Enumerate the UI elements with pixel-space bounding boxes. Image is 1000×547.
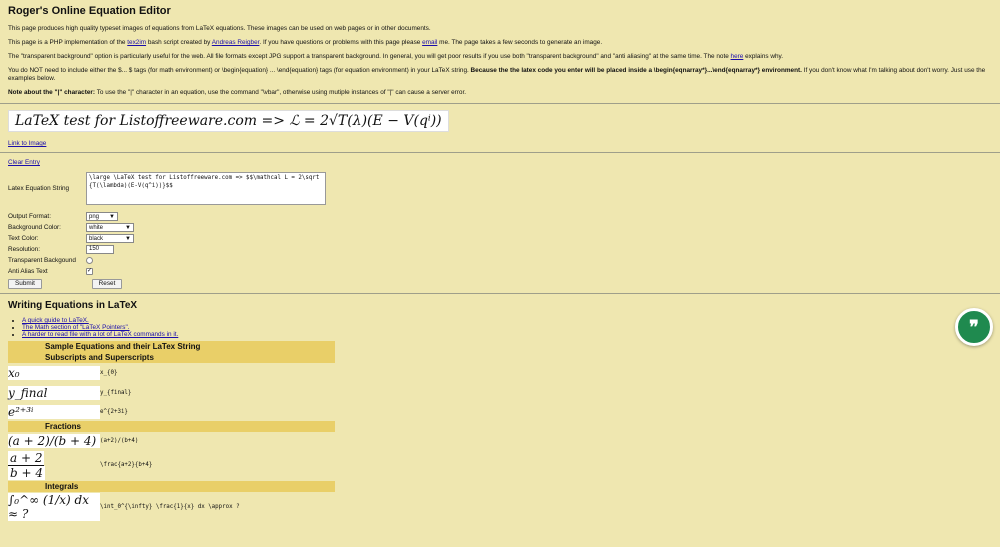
selected-value: png [89, 213, 100, 220]
list-item: A quick guide to LaTeX. [22, 317, 992, 324]
transparent-row: Transparent Backgound [8, 255, 992, 266]
text: . If you have questions or problems with… [259, 39, 423, 46]
implementation-paragraph: This page is a PHP implementation of the… [8, 39, 992, 47]
resolution-label: Resolution: [8, 246, 40, 253]
background-color-row: Background Color: white ▼ [8, 222, 992, 233]
subsection-header: Fractions [8, 421, 335, 432]
reset-button[interactable]: Reset [91, 279, 123, 289]
intro-paragraph: This page produces high quality typeset … [8, 25, 431, 32]
table-row: x₀ x_{0} [8, 363, 338, 383]
section-title: Writing Equations in LaTeX [8, 300, 138, 311]
antialias-checkbox[interactable]: ✓ [86, 268, 93, 275]
latex-label: Latex Equation String [8, 185, 70, 192]
text-color-label: Text Color: [8, 235, 39, 242]
output-format-label: Output Format: [8, 213, 51, 220]
table-row: a + 2 b + 4 \frac{a+2}{b+4} [8, 449, 338, 481]
equation-image: a + 2 b + 4 [8, 450, 100, 480]
guide-link[interactable]: A quick guide to LaTeX. [22, 317, 89, 324]
text: This page is a PHP implementation of the [8, 39, 128, 46]
fraction-numerator: a + 2 [8, 450, 45, 466]
text: To use the "|" character in an equation,… [95, 89, 467, 96]
latex-code: e^{2+3i} [100, 409, 128, 415]
equation-image: ∫₀^∞ (1/x) dx ≈ ? [8, 493, 100, 521]
page-title: Roger's Online Equation Editor [8, 5, 171, 17]
selected-value: black [89, 235, 104, 242]
antialias-row: Anti Alias Text ✓ [8, 266, 992, 277]
latex-code: x_{0} [100, 370, 118, 376]
guide-link[interactable]: A harder to read file with a lot of LaTe… [22, 331, 178, 338]
output-format-row: Output Format: png ▼ [8, 211, 992, 222]
subsection-header: Integrals [8, 481, 335, 492]
table-header: Sample Equations and their LaTex String [8, 341, 335, 352]
latex-code: \frac{a+2}{b+4} [100, 462, 153, 468]
subsection-header: Subscripts and Superscripts [8, 352, 335, 363]
latex-textarea[interactable]: \large \LaTeX test for Listoffreeware.co… [86, 172, 326, 205]
tex2im-link[interactable]: tex2im [127, 39, 146, 46]
latex-code: y_{final} [100, 390, 132, 396]
equation-image: (a + 2)/(b + 4) [8, 433, 100, 448]
table-row: ∫₀^∞ (1/x) dx ≈ ? \int_0^{\infty} \frac{… [8, 492, 338, 522]
antialias-label: Anti Alias Text [8, 268, 48, 275]
list-item: A harder to read file with a lot of LaTe… [22, 331, 992, 338]
guide-link[interactable]: The Math section of "LaTeX Pointers". [22, 324, 130, 331]
text-color-select[interactable]: black ▼ [86, 234, 134, 243]
divider [0, 293, 1000, 294]
list-item: The Math section of "LaTeX Pointers". [22, 324, 992, 331]
clear-entry-link[interactable]: Clear Entry [8, 159, 992, 166]
background-color-select[interactable]: white ▼ [86, 223, 134, 232]
bold-note: Note about the "|" character: [8, 89, 96, 96]
latex-code: \int_0^{\infty} \frac{1}{x} dx \approx ? [100, 504, 240, 510]
chevron-down-icon: ▼ [125, 224, 131, 231]
transparent-label: Transparent Backgound [8, 257, 76, 264]
guide-link-list: A quick guide to LaTeX. The Math section… [22, 317, 992, 338]
text: The "transparent background" option is p… [8, 53, 731, 60]
text: me. The page takes a few seconds to gene… [437, 39, 603, 46]
quote-icon[interactable]: ❞ [955, 308, 993, 346]
fraction-denominator: b + 4 [8, 465, 45, 480]
text: You do NOT need to include either the $.… [8, 67, 471, 74]
equation-image: x₀ [8, 366, 100, 380]
divider [0, 152, 1000, 153]
latex-code: (a+2)/(b+4) [100, 437, 139, 444]
text-color-row: Text Color: black ▼ [8, 233, 992, 244]
chevron-down-icon: ▼ [109, 213, 115, 220]
selected-value: white [89, 224, 104, 231]
divider [0, 103, 1000, 104]
table-row: e²⁺³ⁱ e^{2+3i} [8, 403, 338, 421]
table-row: y_final y_{final} [8, 383, 338, 403]
chevron-down-icon: ▼ [125, 235, 131, 242]
resolution-row: Resolution: 150 [8, 244, 992, 255]
background-color-label: Background Color: [8, 224, 61, 231]
table-row: (a + 2)/(b + 4) (a+2)/(b+4) [8, 432, 338, 449]
author-link[interactable]: Andreas Reigber [212, 39, 260, 46]
link-to-image[interactable]: Link to Image [8, 140, 992, 147]
equation-image: y_final [8, 386, 100, 400]
text: explains why. [743, 53, 784, 60]
resolution-input[interactable]: 150 [86, 245, 114, 254]
sample-table: Sample Equations and their LaTex String … [8, 341, 992, 522]
email-link[interactable]: email [422, 39, 437, 46]
submit-button[interactable]: Submit [8, 279, 42, 289]
output-format-select[interactable]: png ▼ [86, 212, 118, 221]
transparent-paragraph: The "transparent background" option is p… [8, 53, 992, 61]
latex-input-row: Latex Equation String \large \LaTeX test… [8, 172, 992, 205]
bold-note: Because the the latex code you enter wil… [470, 67, 802, 74]
rendered-equation-image: LaTeX test for Listoffreeware.com => ℒ =… [8, 110, 449, 132]
vbar-note: Note about the "|" character: To use the… [8, 89, 992, 97]
text: bash script created by [146, 39, 212, 46]
here-link[interactable]: here [731, 53, 744, 60]
environment-paragraph: You do NOT need to include either the $.… [8, 67, 992, 83]
equation-image: e²⁺³ⁱ [8, 405, 100, 419]
form-buttons: Submit Reset [8, 279, 992, 289]
transparent-toggle[interactable] [86, 257, 93, 264]
